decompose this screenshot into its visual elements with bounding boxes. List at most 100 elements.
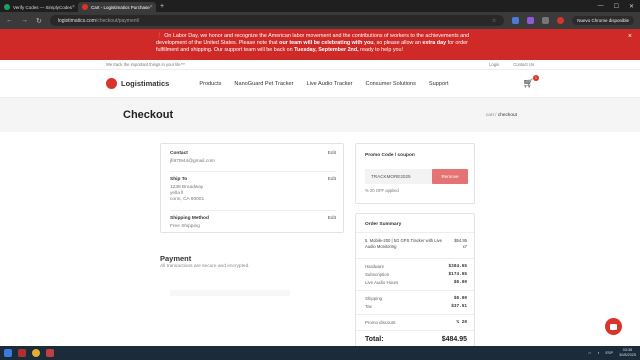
page-title: Checkout [123,109,174,121]
summary-value: % 20 [456,320,467,325]
close-window-icon[interactable]: ✕ [629,3,634,10]
banner-bold: Tuesday, September 2nd, [294,47,359,53]
divider [356,258,474,259]
language-indicator[interactable]: ESP [605,351,613,355]
taskbar-app-icon[interactable] [18,349,26,357]
promo-code-field[interactable]: TRACKMORE2025 [365,169,433,184]
order-summary-title: Order Summary [365,222,402,227]
summary-line: Tax $37.51 [365,304,467,309]
chat-button[interactable] [605,318,622,335]
logo-icon [106,78,117,89]
brand-logo[interactable]: Logistimatics [106,78,169,89]
browser-tab-bar: Verify Codes — SimplyCodes × Cart - Logi… [0,0,640,12]
summary-label: Live Audio Hours [365,280,399,285]
shipping-method-label: Shipping Method [170,216,209,221]
maximize-icon[interactable]: ☐ [614,3,619,10]
close-tab-icon[interactable]: × [150,4,153,10]
simplycodes-favicon-icon [4,4,10,10]
shipping-method-value: Free Shipping [170,224,200,229]
bookmark-star-icon[interactable]: ☆ [492,18,496,24]
checkout-info-box: Contact jfi97t944@gmail.com Edit Ship To… [160,143,344,233]
summary-line: Promo discount % 20 [365,320,467,325]
summary-value: $37.51 [451,304,467,309]
tab-title: Verify Codes — SimplyCodes [13,4,73,10]
extension-icon[interactable] [527,17,535,24]
shipto-line: conn, CA 90001 [170,197,205,202]
edit-contact-link[interactable]: Edit [328,151,336,156]
breadcrumb-cart[interactable]: cart [486,113,494,118]
window-controls: — ☐ ✕ [598,3,640,10]
extension-icon[interactable] [512,17,520,24]
reload-icon[interactable]: ↻ [36,17,42,25]
nav-support[interactable]: Support [429,81,449,87]
payment-form-placeholder[interactable] [170,290,290,296]
cart-icon: 🛒︎ [522,78,534,88]
back-icon[interactable]: ← [6,17,13,24]
brand-name: Logistimatics [121,79,170,88]
divider [356,314,474,315]
summary-label: Subscription [365,272,390,277]
cart-button[interactable]: 🛒︎ 1 [522,75,539,89]
shipping-method-row: Shipping Method Free Shipping Edit [170,216,336,230]
shipto-row: Ship To 1238 Broadway yella ll conn, CA … [170,177,336,203]
login-link[interactable]: Login [489,62,499,67]
announcement-banner: ❗ On Labor Day, we honor and recognize t… [0,29,640,60]
nav-consumer[interactable]: Consumer Solutions [366,81,416,87]
summary-label: Hardware [365,264,385,269]
os-taskbar: ◠ ◖ ESP 03:38 30/8/2025 [0,346,640,360]
wifi-icon[interactable]: ◠ [588,351,591,356]
tagline: We track the important things in your li… [106,62,185,67]
contact-value: jfi97t944@gmail.com [170,159,215,164]
nav-live-audio[interactable]: Live Audio Tracker [307,81,353,87]
divider [356,330,474,331]
summary-value: $0.00 [453,296,467,301]
summary-line: Live Audio Hours $0.00 [365,280,467,285]
minimize-icon[interactable]: — [598,3,604,10]
item-price-block: $54.95 x7 [454,238,467,249]
order-item: 5. Mobile-200 | 5G GPS Tracker with Live… [365,238,467,249]
payment-subtitle: All transactions are secure and encrypte… [160,264,250,269]
promo-title: Promo Code / coupon [365,153,415,158]
contact-label: Contact [170,151,188,156]
top-links: Login Contact Us [489,62,534,67]
site-header: Logistimatics Products NanoGuard Pet Tra… [0,70,640,98]
summary-value: $174.65 [448,272,467,277]
banner-text: ready to help you! [358,47,404,53]
item-price: $54.95 [454,238,467,243]
banner-close-icon[interactable]: × [628,33,632,40]
remove-promo-button[interactable]: Remove [432,169,468,184]
url-path: /checkout/payment/ [95,17,140,24]
tab-cart[interactable]: Cart - Logistimatics Purchase × [78,2,156,12]
volume-icon[interactable]: ◖ [597,351,599,355]
total-label: Total: [365,336,384,343]
new-tab-icon[interactable]: + [160,3,164,10]
edit-shipto-link[interactable]: Edit [328,177,336,182]
avatar[interactable] [557,17,565,24]
divider [170,210,336,211]
contact-link[interactable]: Contact Us [513,62,534,67]
chrome-update-button[interactable]: Nuevo Chrome disponible [572,16,634,25]
order-summary-box: Order Summary 5. Mobile-200 | 5G GPS Tra… [355,213,475,353]
total-value: $484.95 [441,336,467,343]
start-icon[interactable] [4,349,12,357]
close-tab-icon[interactable]: × [72,4,75,10]
edit-shipping-link[interactable]: Edit [328,216,336,221]
summary-label: Tax [365,304,372,309]
clock[interactable]: 03:38 30/8/2025 [619,348,636,357]
summary-line: Hardware $384.65 [365,264,467,269]
promo-box: Promo Code / coupon TRACKMORE2025 Remove… [355,143,475,204]
tab-verify-codes[interactable]: Verify Codes — SimplyCodes × [0,2,78,12]
forward-icon[interactable]: → [21,17,28,24]
tab-title: Cart - Logistimatics Purchase [91,4,150,10]
order-total: Total: $484.95 [365,336,467,343]
nav-products[interactable]: Products [199,81,221,87]
url-field[interactable]: logistimatics.com/checkout/payment/ ☆ [49,15,505,26]
clock-date: 30/8/2025 [619,353,636,357]
extensions-puzzle-icon[interactable] [542,17,550,24]
taskbar-app-icon[interactable] [46,349,54,357]
main-nav: Products NanoGuard Pet Tracker Live Audi… [199,81,448,87]
chrome-icon[interactable] [32,349,40,357]
summary-line: Shipping $0.00 [365,296,467,301]
item-name: 5. Mobile-200 | 5G GPS Tracker with Live… [365,238,442,249]
nav-nanoguard[interactable]: NanoGuard Pet Tracker [234,81,293,87]
